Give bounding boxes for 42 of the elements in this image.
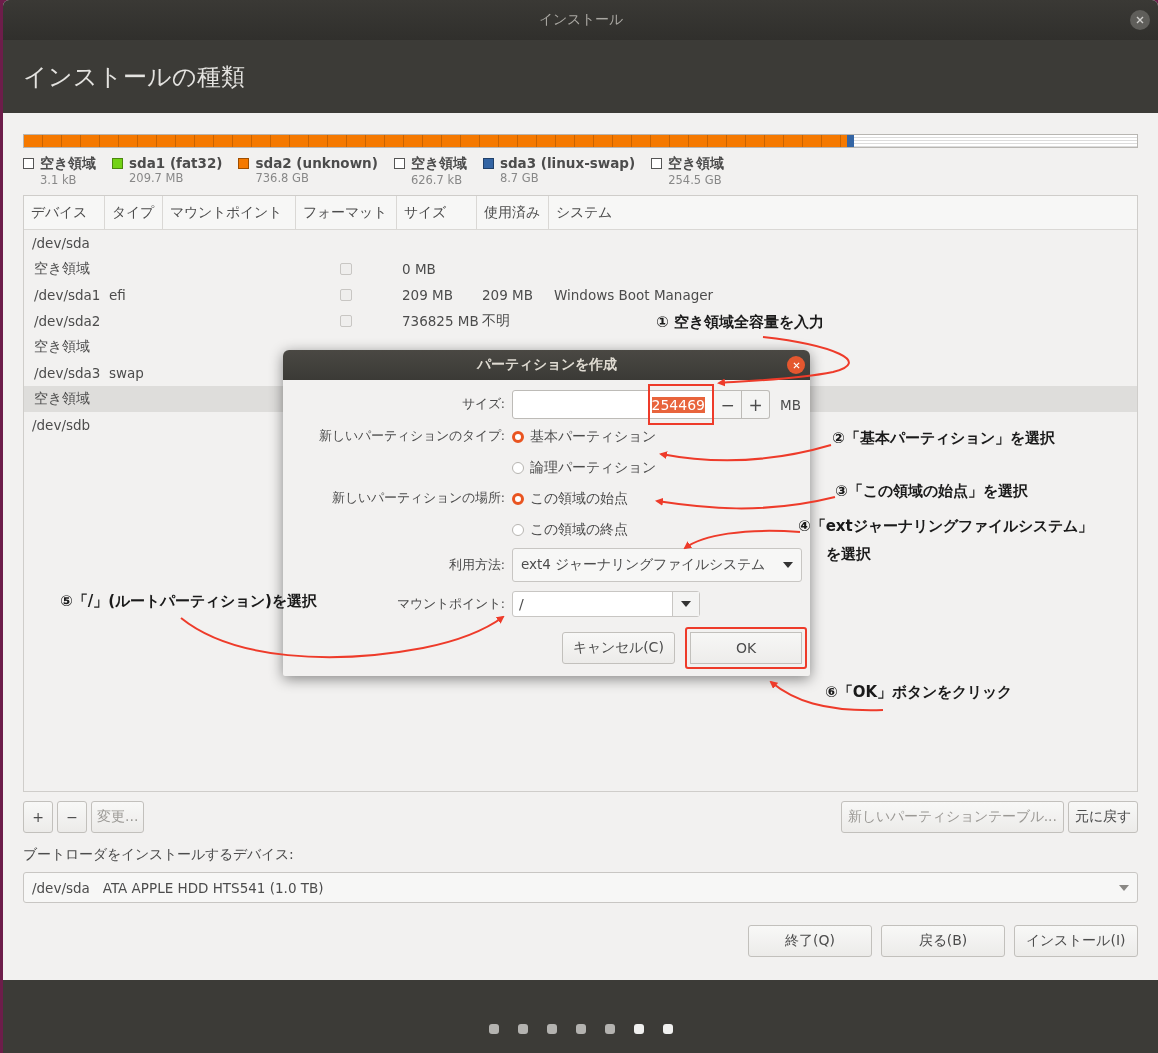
- field-label: 新しいパーティションの場所:: [331, 490, 505, 507]
- legend-label: sda3 (linux-swap): [499, 155, 636, 171]
- annotation-text: ③「この領域の始点」を選択: [835, 481, 1028, 502]
- table-cell: swap: [109, 365, 144, 381]
- field-label: マウントポイント:: [396, 595, 505, 613]
- annotation-text: ⑥「OK」ボタンをクリック: [825, 682, 1013, 703]
- table-cell: 空き領域: [34, 390, 90, 408]
- annotation-text: ① 空き領域全容量を入力: [656, 312, 824, 333]
- table-cell: 736825 MB: [402, 313, 479, 329]
- legend-label: sda1 (fat32): [129, 155, 223, 171]
- table-cell: /dev/sda3: [34, 365, 101, 381]
- legend-size: 209.7 MB: [129, 171, 185, 185]
- legend-label: sda2 (unknown): [255, 155, 378, 171]
- legend-size: 736.8 GB: [255, 171, 310, 185]
- table-cell: efi: [109, 287, 126, 303]
- table-cell: 209 MB: [482, 287, 533, 303]
- dialog-title: パーティションを作成: [476, 356, 617, 374]
- unit-label: MB: [780, 396, 801, 413]
- table-cell: Windows Boot Manager: [554, 287, 714, 303]
- table-cell: 空き領域: [34, 338, 90, 356]
- field-label: サイズ:: [461, 396, 505, 413]
- field-label: ブートローダをインストールするデバイス:: [23, 846, 295, 864]
- legend-label: 空き領域: [410, 155, 467, 173]
- table-cell: /dev/sda1: [34, 287, 101, 303]
- table-cell: 0 MB: [402, 261, 436, 277]
- table-cell: 不明: [482, 312, 510, 330]
- legend-size: 626.7 kB: [410, 173, 464, 187]
- legend-label: 空き領域: [40, 155, 96, 173]
- field-label: 新しいパーティションのタイプ:: [318, 428, 505, 445]
- legend-size: 254.5 GB: [668, 173, 723, 187]
- legend-size: 3.1 kB: [40, 173, 78, 187]
- table-cell: /dev/sda: [32, 235, 90, 251]
- window-title: インストール: [538, 11, 623, 29]
- annotation-text: ⑤「/」(ルートパーティション)を選択: [60, 591, 317, 612]
- table-cell: /dev/sda2: [34, 313, 101, 329]
- table-cell: 空き領域: [34, 260, 90, 278]
- table-cell: 209 MB: [402, 287, 453, 303]
- page-title: インストールの種類: [23, 61, 245, 93]
- annotation-text: ②「基本パーティション」を選択: [832, 428, 1055, 449]
- legend-label: 空き領域: [668, 155, 725, 173]
- legend-size: 8.7 GB: [499, 171, 540, 185]
- field-label: 利用方法:: [448, 556, 505, 574]
